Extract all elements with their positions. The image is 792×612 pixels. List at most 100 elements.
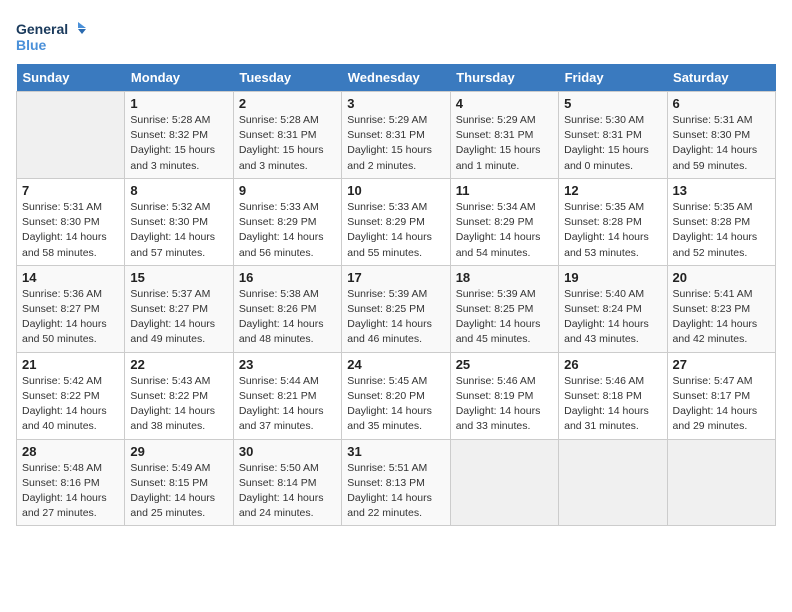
- calendar-cell: 19Sunrise: 5:40 AMSunset: 8:24 PMDayligh…: [559, 265, 667, 352]
- day-info: Sunrise: 5:35 AMSunset: 8:28 PMDaylight:…: [673, 200, 770, 261]
- weekday-header-monday: Monday: [125, 64, 233, 92]
- weekday-header-wednesday: Wednesday: [342, 64, 450, 92]
- day-info: Sunrise: 5:28 AMSunset: 8:31 PMDaylight:…: [239, 113, 336, 174]
- day-info: Sunrise: 5:43 AMSunset: 8:22 PMDaylight:…: [130, 374, 227, 435]
- calendar-cell: 12 Sunrise: 5:35 AMSunset: 8:28 PMDayligh…: [559, 178, 667, 265]
- day-info: Sunrise: 5:48 AMSunset: 8:16 PMDaylight:…: [22, 461, 119, 522]
- day-number: 14: [22, 270, 119, 285]
- calendar-cell: 25 Sunrise: 5:46 AMSunset: 8:19 PMDayligh…: [450, 352, 558, 439]
- day-number: 2: [239, 96, 336, 111]
- day-info: Sunrise: 5:30 AMSunset: 8:31 PMDaylight:…: [564, 113, 661, 174]
- day-number: 3: [347, 96, 444, 111]
- day-info: Sunrise: 5:45 AMSunset: 8:20 PMDaylight:…: [347, 374, 444, 435]
- day-number: 23: [239, 357, 336, 372]
- calendar-cell: 20 Sunrise: 5:41 AMSunset: 8:23 PMDayligh…: [667, 265, 775, 352]
- day-number: 13: [673, 183, 770, 198]
- day-number: 21: [22, 357, 119, 372]
- calendar-cell: 16Sunrise: 5:38 AMSunset: 8:26 PMDayligh…: [233, 265, 341, 352]
- day-number: 24: [347, 357, 444, 372]
- logo-svg: General Blue: [16, 16, 86, 56]
- day-info: Sunrise: 5:33 AMSunset: 8:29 PMDaylight:…: [239, 200, 336, 261]
- day-info: Sunrise: 5:39 AMSunset: 8:25 PMDaylight:…: [456, 287, 553, 348]
- day-number: 31: [347, 444, 444, 459]
- calendar-header: SundayMondayTuesdayWednesdayThursdayFrid…: [17, 64, 776, 92]
- week-row-5: 28 Sunrise: 5:48 AMSunset: 8:16 PMDayligh…: [17, 439, 776, 526]
- day-info: Sunrise: 5:51 AMSunset: 8:13 PMDaylight:…: [347, 461, 444, 522]
- calendar-cell: 4 Sunrise: 5:29 AMSunset: 8:31 PMDaylight…: [450, 92, 558, 179]
- calendar-cell: [559, 439, 667, 526]
- weekday-header-friday: Friday: [559, 64, 667, 92]
- day-number: 17: [347, 270, 444, 285]
- day-number: 25: [456, 357, 553, 372]
- day-number: 19: [564, 270, 661, 285]
- calendar-cell: 29 Sunrise: 5:49 AMSunset: 8:15 PMDayligh…: [125, 439, 233, 526]
- day-number: 10: [347, 183, 444, 198]
- day-info: Sunrise: 5:46 AMSunset: 8:18 PMDaylight:…: [564, 374, 661, 435]
- day-number: 4: [456, 96, 553, 111]
- calendar-cell: 8Sunrise: 5:32 AMSunset: 8:30 PMDaylight…: [125, 178, 233, 265]
- day-info: Sunrise: 5:29 AMSunset: 8:31 PMDaylight:…: [456, 113, 553, 174]
- day-info: Sunrise: 5:34 AMSunset: 8:29 PMDaylight:…: [456, 200, 553, 261]
- day-number: 22: [130, 357, 227, 372]
- day-number: 29: [130, 444, 227, 459]
- calendar-cell: 24 Sunrise: 5:45 AMSunset: 8:20 PMDayligh…: [342, 352, 450, 439]
- day-info: Sunrise: 5:36 AMSunset: 8:27 PMDaylight:…: [22, 287, 119, 348]
- calendar-cell: [450, 439, 558, 526]
- day-number: 28: [22, 444, 119, 459]
- day-number: 11: [456, 183, 553, 198]
- calendar-cell: 15 Sunrise: 5:37 AMSunset: 8:27 PMDayligh…: [125, 265, 233, 352]
- day-number: 5: [564, 96, 661, 111]
- day-number: 30: [239, 444, 336, 459]
- day-number: 27: [673, 357, 770, 372]
- calendar-cell: 11 Sunrise: 5:34 AMSunset: 8:29 PMDayligh…: [450, 178, 558, 265]
- day-number: 9: [239, 183, 336, 198]
- day-info: Sunrise: 5:49 AMSunset: 8:15 PMDaylight:…: [130, 461, 227, 522]
- week-row-4: 21 Sunrise: 5:42 AMSunset: 8:22 PMDayligh…: [17, 352, 776, 439]
- weekday-header-saturday: Saturday: [667, 64, 775, 92]
- calendar-cell: 28 Sunrise: 5:48 AMSunset: 8:16 PMDayligh…: [17, 439, 125, 526]
- svg-text:General: General: [16, 21, 68, 37]
- day-info: Sunrise: 5:47 AMSunset: 8:17 PMDaylight:…: [673, 374, 770, 435]
- calendar-cell: 30 Sunrise: 5:50 AMSunset: 8:14 PMDayligh…: [233, 439, 341, 526]
- calendar-cell: [17, 92, 125, 179]
- calendar-cell: 27 Sunrise: 5:47 AMSunset: 8:17 PMDayligh…: [667, 352, 775, 439]
- calendar-cell: 3Sunrise: 5:29 AMSunset: 8:31 PMDaylight…: [342, 92, 450, 179]
- day-number: 12: [564, 183, 661, 198]
- day-info: Sunrise: 5:42 AMSunset: 8:22 PMDaylight:…: [22, 374, 119, 435]
- day-info: Sunrise: 5:50 AMSunset: 8:14 PMDaylight:…: [239, 461, 336, 522]
- calendar-cell: 22 Sunrise: 5:43 AMSunset: 8:22 PMDayligh…: [125, 352, 233, 439]
- week-row-2: 7Sunrise: 5:31 AMSunset: 8:30 PMDaylight…: [17, 178, 776, 265]
- calendar-cell: 21 Sunrise: 5:42 AMSunset: 8:22 PMDayligh…: [17, 352, 125, 439]
- calendar-cell: 17 Sunrise: 5:39 AMSunset: 8:25 PMDayligh…: [342, 265, 450, 352]
- day-number: 20: [673, 270, 770, 285]
- calendar-cell: 26 Sunrise: 5:46 AMSunset: 8:18 PMDayligh…: [559, 352, 667, 439]
- day-number: 15: [130, 270, 227, 285]
- weekday-header-row: SundayMondayTuesdayWednesdayThursdayFrid…: [17, 64, 776, 92]
- day-info: Sunrise: 5:46 AMSunset: 8:19 PMDaylight:…: [456, 374, 553, 435]
- calendar-cell: 1Sunrise: 5:28 AMSunset: 8:32 PMDaylight…: [125, 92, 233, 179]
- day-info: Sunrise: 5:41 AMSunset: 8:23 PMDaylight:…: [673, 287, 770, 348]
- day-number: 6: [673, 96, 770, 111]
- calendar-cell: 9 Sunrise: 5:33 AMSunset: 8:29 PMDaylight…: [233, 178, 341, 265]
- day-info: Sunrise: 5:35 AMSunset: 8:28 PMDaylight:…: [564, 200, 661, 261]
- calendar-cell: 10 Sunrise: 5:33 AMSunset: 8:29 PMDayligh…: [342, 178, 450, 265]
- calendar-cell: 7Sunrise: 5:31 AMSunset: 8:30 PMDaylight…: [17, 178, 125, 265]
- day-number: 16: [239, 270, 336, 285]
- calendar-table: SundayMondayTuesdayWednesdayThursdayFrid…: [16, 64, 776, 526]
- day-info: Sunrise: 5:33 AMSunset: 8:29 PMDaylight:…: [347, 200, 444, 261]
- day-number: 7: [22, 183, 119, 198]
- logo: General Blue: [16, 16, 86, 56]
- day-number: 26: [564, 357, 661, 372]
- page-header: General Blue: [16, 16, 776, 56]
- day-info: Sunrise: 5:31 AMSunset: 8:30 PMDaylight:…: [673, 113, 770, 174]
- day-info: Sunrise: 5:39 AMSunset: 8:25 PMDaylight:…: [347, 287, 444, 348]
- day-info: Sunrise: 5:32 AMSunset: 8:30 PMDaylight:…: [130, 200, 227, 261]
- weekday-header-thursday: Thursday: [450, 64, 558, 92]
- day-info: Sunrise: 5:37 AMSunset: 8:27 PMDaylight:…: [130, 287, 227, 348]
- calendar-cell: 13 Sunrise: 5:35 AMSunset: 8:28 PMDayligh…: [667, 178, 775, 265]
- calendar-body: 1Sunrise: 5:28 AMSunset: 8:32 PMDaylight…: [17, 92, 776, 526]
- calendar-cell: 23Sunrise: 5:44 AMSunset: 8:21 PMDayligh…: [233, 352, 341, 439]
- week-row-1: 1Sunrise: 5:28 AMSunset: 8:32 PMDaylight…: [17, 92, 776, 179]
- day-number: 1: [130, 96, 227, 111]
- svg-text:Blue: Blue: [16, 37, 47, 53]
